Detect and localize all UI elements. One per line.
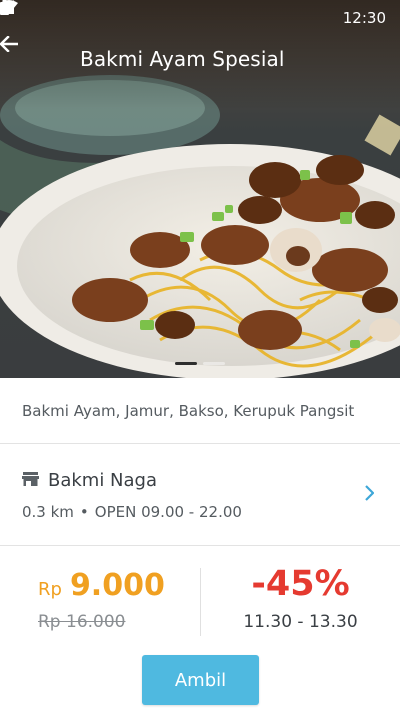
image-pager: [0, 362, 400, 365]
restaurant-name-row: Bakmi Naga: [22, 470, 157, 491]
current-price: Rp 9.000: [38, 568, 165, 603]
restaurant-hours: OPEN 09.00 - 22.00: [94, 503, 242, 521]
price-amount: 9.000: [69, 568, 165, 603]
discount-block: -45% 11.30 - 13.30: [201, 546, 400, 646]
page-title: Bakmi Ayam Spesial: [80, 47, 285, 71]
restaurant-name: Bakmi Naga: [48, 470, 158, 491]
restaurant-distance: 0.3 km: [22, 503, 74, 521]
hero-image: 12:30 Bakmi Ayam Spesial: [0, 0, 400, 378]
original-price: Rp 16.000: [38, 612, 126, 632]
meta-separator: •: [79, 503, 89, 521]
restaurant-meta: 0.3 km • OPEN 09.00 - 22.00: [22, 503, 242, 521]
store-icon: [22, 471, 39, 491]
take-button[interactable]: Ambil: [142, 655, 259, 705]
discount-percent: -45%: [251, 564, 350, 604]
restaurant-row[interactable]: Bakmi Naga 0.3 km • OPEN 09.00 - 22.00: [0, 445, 400, 546]
ingredients-text: Bakmi Ayam, Jamur, Bakso, Kerupuk Pangsi…: [0, 378, 400, 444]
chevron-right-icon[interactable]: [364, 485, 375, 505]
status-time: 12:30: [342, 9, 386, 27]
deal-section: Rp 9.000 Rp 16.000 -45% 11.30 - 13.30: [0, 546, 400, 646]
app-bar: Bakmi Ayam Spesial: [0, 36, 400, 82]
pager-dot-active[interactable]: [175, 362, 197, 365]
status-bar: 12:30: [0, 0, 400, 36]
discount-time-window: 11.30 - 13.30: [243, 612, 358, 632]
price-block: Rp 9.000 Rp 16.000: [0, 546, 200, 646]
back-button[interactable]: [0, 36, 62, 82]
pager-dot[interactable]: [203, 362, 225, 365]
currency-label: Rp: [38, 579, 62, 600]
